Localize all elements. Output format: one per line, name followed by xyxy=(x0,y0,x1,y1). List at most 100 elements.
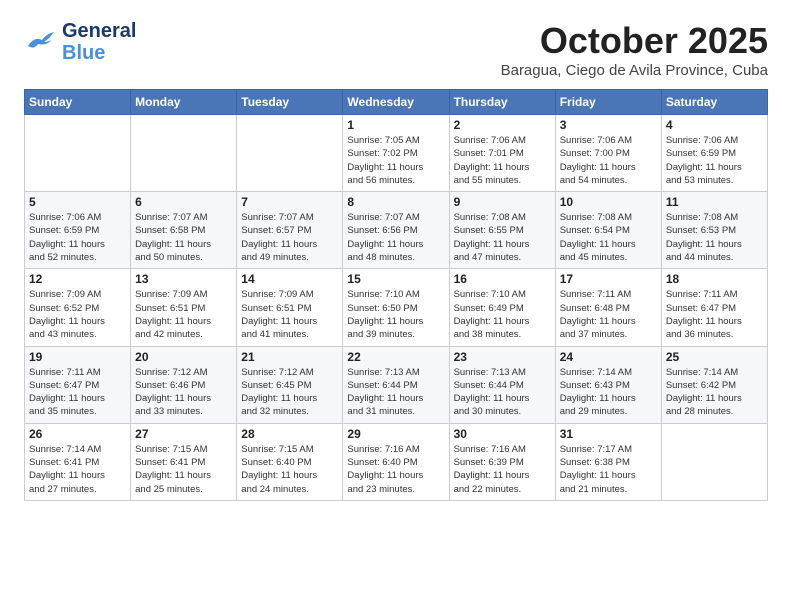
calendar-week-row: 19Sunrise: 7:11 AM Sunset: 6:47 PM Dayli… xyxy=(25,346,768,423)
day-info: Sunrise: 7:12 AM Sunset: 6:46 PM Dayligh… xyxy=(135,366,232,419)
calendar-day-cell: 11Sunrise: 7:08 AM Sunset: 6:53 PM Dayli… xyxy=(661,192,767,269)
day-info: Sunrise: 7:12 AM Sunset: 6:45 PM Dayligh… xyxy=(241,366,338,419)
day-info: Sunrise: 7:11 AM Sunset: 6:47 PM Dayligh… xyxy=(666,288,763,341)
logo-text-general: General xyxy=(62,20,136,42)
calendar-day-cell: 18 Sunrise: 7:11 AM Sunset: 6:47 PM Dayli… xyxy=(661,269,767,346)
calendar-day-cell: 25 Sunrise: 7:14 AM Sunset: 6:42 PM Dayli… xyxy=(661,346,767,423)
calendar-day-cell xyxy=(25,115,131,192)
day-number: 23 xyxy=(454,350,551,364)
day-number: 10 xyxy=(560,195,657,209)
day-number: 11 xyxy=(666,195,763,209)
calendar-day-cell: 5Sunrise: 7:06 AM Sunset: 6:59 PM Daylig… xyxy=(25,192,131,269)
calendar-day-cell: 16 Sunrise: 7:10 AM Sunset: 6:49 PM Dayli… xyxy=(449,269,555,346)
day-info: Sunrise: 7:11 AM Sunset: 6:47 PM Dayligh… xyxy=(29,366,126,419)
day-number: 25 xyxy=(666,350,763,364)
calendar-day-header: Friday xyxy=(555,90,661,115)
day-info: Sunrise: 7:05 AM Sunset: 7:02 PM Dayligh… xyxy=(347,134,444,187)
day-number: 17 xyxy=(560,272,657,286)
calendar-week-row: 12Sunrise: 7:09 AM Sunset: 6:52 PM Dayli… xyxy=(25,269,768,346)
day-number: 20 xyxy=(135,350,232,364)
calendar-day-header: Saturday xyxy=(661,90,767,115)
day-number: 13 xyxy=(135,272,232,286)
calendar-day-cell: 17 Sunrise: 7:11 AM Sunset: 6:48 PM Dayli… xyxy=(555,269,661,346)
calendar-day-cell xyxy=(661,423,767,500)
calendar-day-cell: 7Sunrise: 7:07 AM Sunset: 6:57 PM Daylig… xyxy=(237,192,343,269)
day-number: 29 xyxy=(347,427,444,441)
day-info: Sunrise: 7:06 AM Sunset: 6:59 PM Dayligh… xyxy=(666,134,763,187)
day-number: 14 xyxy=(241,272,338,286)
day-number: 22 xyxy=(347,350,444,364)
day-number: 6 xyxy=(135,195,232,209)
day-number: 24 xyxy=(560,350,657,364)
day-number: 8 xyxy=(347,195,444,209)
calendar-day-cell: 14 Sunrise: 7:09 AM Sunset: 6:51 PM Dayli… xyxy=(237,269,343,346)
calendar-day-cell: 8 Sunrise: 7:07 AM Sunset: 6:56 PM Daylig… xyxy=(343,192,449,269)
day-info: Sunrise: 7:16 AM Sunset: 6:40 PM Dayligh… xyxy=(347,443,444,496)
calendar-week-row: 5Sunrise: 7:06 AM Sunset: 6:59 PM Daylig… xyxy=(25,192,768,269)
calendar-day-cell xyxy=(237,115,343,192)
day-number: 31 xyxy=(560,427,657,441)
calendar-day-cell: 26 Sunrise: 7:14 AM Sunset: 6:41 PM Dayli… xyxy=(25,423,131,500)
calendar-day-cell: 29 Sunrise: 7:16 AM Sunset: 6:40 PM Dayli… xyxy=(343,423,449,500)
day-info: Sunrise: 7:09 AM Sunset: 6:51 PM Dayligh… xyxy=(241,288,338,341)
page-header: General Blue October 2025 Baragua, Ciego… xyxy=(24,20,768,79)
calendar-day-cell: 1 Sunrise: 7:05 AM Sunset: 7:02 PM Daylig… xyxy=(343,115,449,192)
calendar-day-cell: 6 Sunrise: 7:07 AM Sunset: 6:58 PM Daylig… xyxy=(131,192,237,269)
day-info: Sunrise: 7:14 AM Sunset: 6:43 PM Dayligh… xyxy=(560,366,657,419)
day-info: Sunrise: 7:07 AM Sunset: 6:56 PM Dayligh… xyxy=(347,211,444,264)
logo: General Blue xyxy=(24,20,136,64)
day-info: Sunrise: 7:09 AM Sunset: 6:51 PM Dayligh… xyxy=(135,288,232,341)
calendar-day-cell: 3 Sunrise: 7:06 AM Sunset: 7:00 PM Daylig… xyxy=(555,115,661,192)
location: Baragua, Ciego de Avila Province, Cuba xyxy=(501,62,768,79)
day-number: 5 xyxy=(29,195,126,209)
day-info: Sunrise: 7:16 AM Sunset: 6:39 PM Dayligh… xyxy=(454,443,551,496)
day-info: Sunrise: 7:11 AM Sunset: 6:48 PM Dayligh… xyxy=(560,288,657,341)
day-info: Sunrise: 7:13 AM Sunset: 6:44 PM Dayligh… xyxy=(347,366,444,419)
day-number: 26 xyxy=(29,427,126,441)
day-number: 21 xyxy=(241,350,338,364)
day-number: 27 xyxy=(135,427,232,441)
calendar-day-cell: 21 Sunrise: 7:12 AM Sunset: 6:45 PM Dayli… xyxy=(237,346,343,423)
logo-text-blue: Blue xyxy=(62,42,136,64)
day-info: Sunrise: 7:14 AM Sunset: 6:41 PM Dayligh… xyxy=(29,443,126,496)
calendar-day-cell: 10 Sunrise: 7:08 AM Sunset: 6:54 PM Dayli… xyxy=(555,192,661,269)
day-number: 2 xyxy=(454,118,551,132)
calendar-week-row: 1 Sunrise: 7:05 AM Sunset: 7:02 PM Daylig… xyxy=(25,115,768,192)
calendar-header-row: SundayMondayTuesdayWednesdayThursdayFrid… xyxy=(25,90,768,115)
calendar-day-cell: 15Sunrise: 7:10 AM Sunset: 6:50 PM Dayli… xyxy=(343,269,449,346)
day-info: Sunrise: 7:15 AM Sunset: 6:40 PM Dayligh… xyxy=(241,443,338,496)
day-info: Sunrise: 7:07 AM Sunset: 6:58 PM Dayligh… xyxy=(135,211,232,264)
logo-bird-icon xyxy=(24,28,58,56)
day-number: 28 xyxy=(241,427,338,441)
calendar-week-row: 26 Sunrise: 7:14 AM Sunset: 6:41 PM Dayli… xyxy=(25,423,768,500)
day-number: 18 xyxy=(666,272,763,286)
calendar-day-cell: 23Sunrise: 7:13 AM Sunset: 6:44 PM Dayli… xyxy=(449,346,555,423)
calendar-day-cell: 20 Sunrise: 7:12 AM Sunset: 6:46 PM Dayli… xyxy=(131,346,237,423)
calendar-day-header: Wednesday xyxy=(343,90,449,115)
calendar-day-cell: 2 Sunrise: 7:06 AM Sunset: 7:01 PM Daylig… xyxy=(449,115,555,192)
calendar-day-cell: 30Sunrise: 7:16 AM Sunset: 6:39 PM Dayli… xyxy=(449,423,555,500)
month-year: October 2025 xyxy=(501,20,768,62)
day-info: Sunrise: 7:06 AM Sunset: 7:01 PM Dayligh… xyxy=(454,134,551,187)
day-number: 1 xyxy=(347,118,444,132)
day-number: 3 xyxy=(560,118,657,132)
calendar-day-cell: 27 Sunrise: 7:15 AM Sunset: 6:41 PM Dayli… xyxy=(131,423,237,500)
day-info: Sunrise: 7:09 AM Sunset: 6:52 PM Dayligh… xyxy=(29,288,126,341)
calendar-day-cell: 4Sunrise: 7:06 AM Sunset: 6:59 PM Daylig… xyxy=(661,115,767,192)
calendar-day-cell: 9Sunrise: 7:08 AM Sunset: 6:55 PM Daylig… xyxy=(449,192,555,269)
day-info: Sunrise: 7:06 AM Sunset: 7:00 PM Dayligh… xyxy=(560,134,657,187)
day-info: Sunrise: 7:15 AM Sunset: 6:41 PM Dayligh… xyxy=(135,443,232,496)
day-info: Sunrise: 7:08 AM Sunset: 6:55 PM Dayligh… xyxy=(454,211,551,264)
calendar-day-header: Thursday xyxy=(449,90,555,115)
calendar-day-cell: 22 Sunrise: 7:13 AM Sunset: 6:44 PM Dayli… xyxy=(343,346,449,423)
day-info: Sunrise: 7:08 AM Sunset: 6:54 PM Dayligh… xyxy=(560,211,657,264)
calendar-day-header: Monday xyxy=(131,90,237,115)
calendar-day-cell: 19Sunrise: 7:11 AM Sunset: 6:47 PM Dayli… xyxy=(25,346,131,423)
day-info: Sunrise: 7:10 AM Sunset: 6:49 PM Dayligh… xyxy=(454,288,551,341)
day-number: 16 xyxy=(454,272,551,286)
calendar-day-header: Tuesday xyxy=(237,90,343,115)
calendar-day-cell: 24 Sunrise: 7:14 AM Sunset: 6:43 PM Dayli… xyxy=(555,346,661,423)
day-info: Sunrise: 7:14 AM Sunset: 6:42 PM Dayligh… xyxy=(666,366,763,419)
calendar-day-cell: 12Sunrise: 7:09 AM Sunset: 6:52 PM Dayli… xyxy=(25,269,131,346)
calendar-day-header: Sunday xyxy=(25,90,131,115)
